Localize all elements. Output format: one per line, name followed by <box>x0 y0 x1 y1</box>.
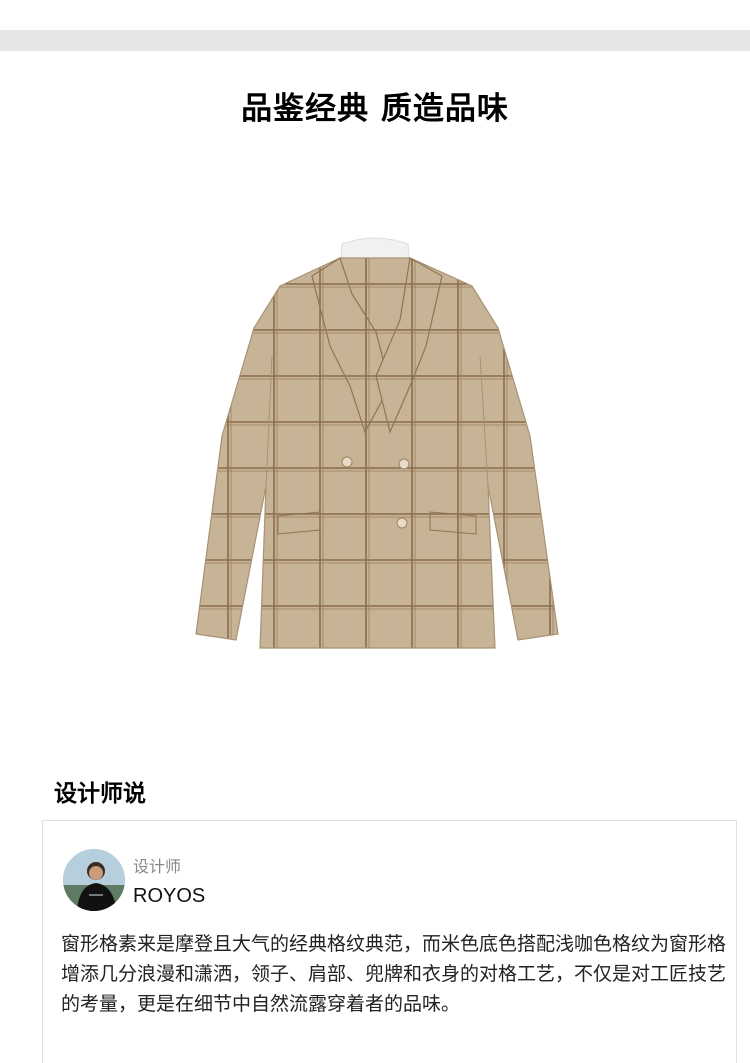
designer-name: ROYOS <box>133 885 206 907</box>
suit-jacket-image <box>180 236 570 656</box>
top-spacer <box>0 0 750 30</box>
top-divider-band <box>0 30 750 51</box>
designer-role-label: 设计师 <box>133 857 182 876</box>
page-headline: 品鉴经典 质造品味 <box>241 91 509 127</box>
designer-section-title: 设计师说 <box>54 781 146 807</box>
designer-avatar-icon <box>63 849 125 911</box>
designer-description: 窗形格素来是摩登且大气的经典格纹典范，而米色底色搭配浅咖色格纹为窗形格增添几分浪… <box>61 933 727 1015</box>
designer-card: 设计师 ROYOS 窗形格素来是摩登且大气的经典格纹典范，而米色底色搭配浅咖色格… <box>42 820 737 1063</box>
